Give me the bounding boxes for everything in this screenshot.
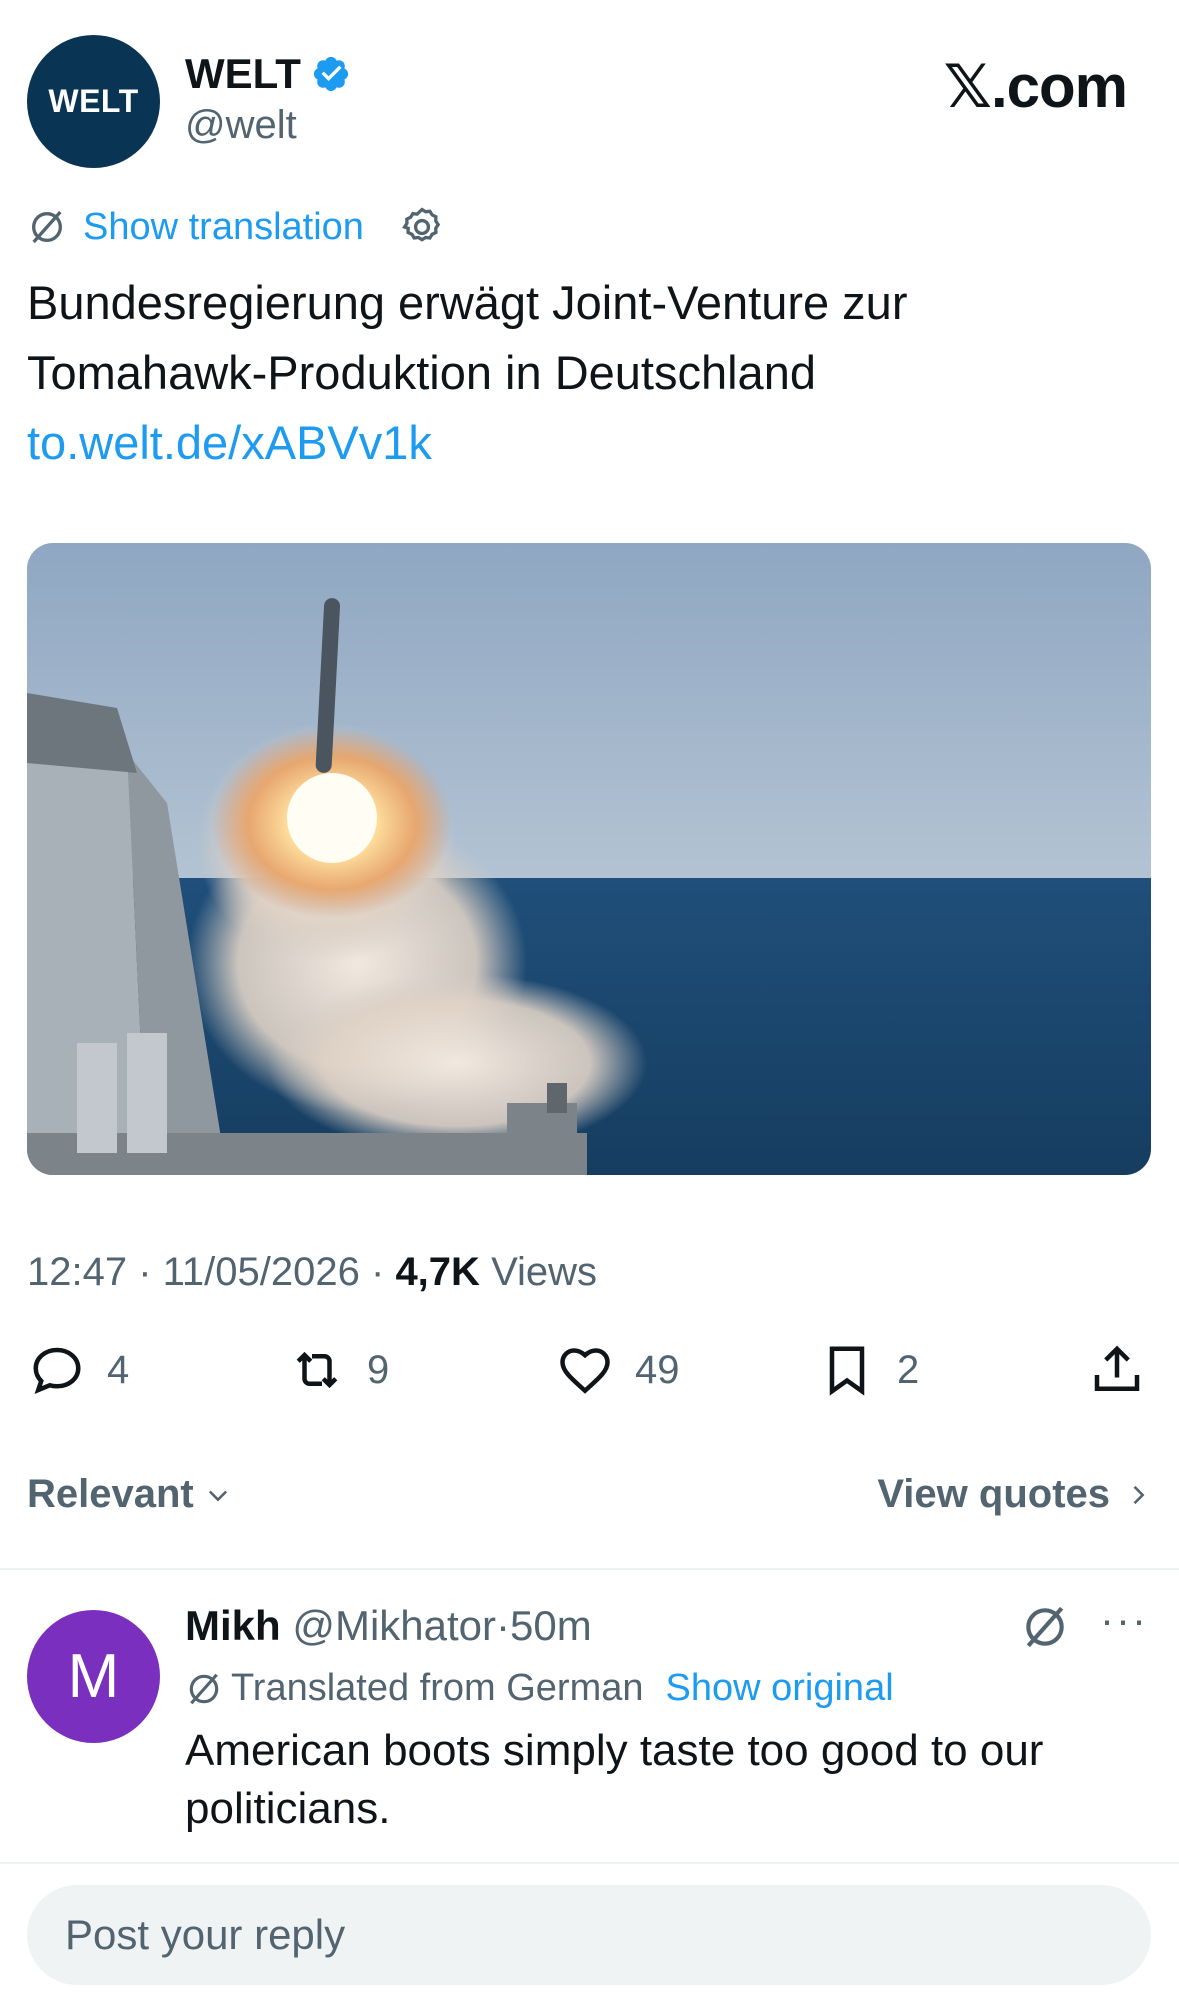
reply-author-handle[interactable]: @Mikhator bbox=[292, 1602, 496, 1649]
translate-off-icon[interactable] bbox=[1020, 1602, 1070, 1652]
reply-button[interactable]: 4 bbox=[27, 1340, 129, 1400]
reply-avatar-letter: M bbox=[67, 1642, 120, 1711]
tweet-actions: 4 9 49 2 bbox=[27, 1340, 1152, 1410]
tweet-text-line2: Tomahawk-Produktion in Deutschland bbox=[27, 346, 816, 399]
meta-separator: · bbox=[127, 1250, 163, 1294]
author-name-row[interactable]: WELT bbox=[185, 50, 351, 98]
chevron-down-icon bbox=[208, 1490, 227, 1501]
show-original-link[interactable]: Show original bbox=[666, 1667, 894, 1710]
repost-icon bbox=[296, 1351, 338, 1389]
reply-count: 4 bbox=[107, 1347, 130, 1392]
repost-button[interactable]: 9 bbox=[287, 1340, 389, 1400]
missile-launch-photo bbox=[27, 543, 1151, 1175]
view-quotes-link[interactable]: View quotes bbox=[877, 1472, 1152, 1517]
reply-author-name[interactable]: Mikh bbox=[185, 1602, 281, 1649]
gear-icon[interactable] bbox=[400, 205, 444, 249]
site-brand: 𝕏.com bbox=[943, 53, 1128, 120]
tweet-meta: 12:47 · 11/05/2026 · 4,7K Views bbox=[27, 1250, 597, 1295]
heart-icon bbox=[560, 1348, 610, 1394]
sort-label: Relevant bbox=[27, 1472, 194, 1516]
bookmark-icon bbox=[829, 1346, 865, 1396]
author-avatar[interactable]: WELT bbox=[27, 35, 160, 168]
share-button[interactable] bbox=[1087, 1340, 1147, 1400]
reply-sort-row: Relevant View quotes bbox=[27, 1472, 1152, 1522]
author-logo-text: WELT bbox=[48, 83, 139, 119]
like-button[interactable]: 49 bbox=[555, 1340, 680, 1400]
divider bbox=[0, 1862, 1179, 1864]
verified-badge-icon bbox=[313, 56, 348, 92]
tweet-text-line1: Bundesregierung erwägt Joint-Venture zur bbox=[27, 276, 908, 329]
sort-dropdown[interactable]: Relevant bbox=[27, 1472, 232, 1517]
more-options-icon[interactable]: ··· bbox=[1100, 1596, 1148, 1644]
reply-composer[interactable]: Post your reply bbox=[27, 1885, 1151, 1985]
composer-placeholder[interactable]: Post your reply bbox=[65, 1911, 345, 1959]
author-handle[interactable]: @welt bbox=[185, 103, 297, 148]
reply-separator: · bbox=[496, 1602, 511, 1649]
show-translation-row[interactable]: Show translation bbox=[27, 205, 444, 249]
reply-icon bbox=[33, 1347, 81, 1394]
translated-label: Translated from German bbox=[231, 1667, 644, 1709]
like-count: 49 bbox=[635, 1347, 680, 1392]
bookmark-count: 2 bbox=[897, 1347, 920, 1392]
views-count: 4,7K bbox=[395, 1250, 480, 1294]
translate-off-icon bbox=[32, 210, 62, 244]
author-name[interactable]: WELT bbox=[185, 50, 301, 98]
repost-count: 9 bbox=[367, 1347, 390, 1392]
reply-text: American boots simply taste too good to … bbox=[185, 1726, 1044, 1833]
reply-avatar[interactable]: M bbox=[27, 1610, 160, 1743]
divider bbox=[0, 1568, 1179, 1570]
bookmark-button[interactable]: 2 bbox=[817, 1340, 919, 1400]
reply-translation-row: Translated from German Show original bbox=[185, 1667, 894, 1710]
reply-time[interactable]: 50m bbox=[510, 1602, 592, 1649]
views-label: Views bbox=[491, 1250, 598, 1294]
chevron-right-icon bbox=[1133, 1485, 1145, 1504]
reply-item[interactable]: M Mikh @Mikhator·50m ··· Translated from… bbox=[0, 1572, 1179, 1862]
show-translation-link[interactable]: Show translation bbox=[83, 206, 364, 249]
tweet-time[interactable]: 12:47 bbox=[27, 1250, 127, 1294]
tweet-date[interactable]: 11/05/2026 bbox=[163, 1250, 360, 1294]
tweet-text: Bundesregierung erwägt Joint-Venture zur… bbox=[27, 268, 1147, 478]
view-quotes-label: View quotes bbox=[877, 1472, 1110, 1516]
tweet-header: WELT WELT @welt 𝕏.com bbox=[0, 0, 1179, 180]
share-icon bbox=[1094, 1345, 1140, 1391]
tweet-media-photo[interactable] bbox=[27, 543, 1151, 1175]
meta-separator: · bbox=[359, 1250, 396, 1294]
tweet-link[interactable]: to.welt.de/xABVv1k bbox=[27, 408, 1147, 478]
translate-off-icon bbox=[189, 1673, 219, 1704]
reply-header: Mikh @Mikhator·50m bbox=[185, 1602, 592, 1650]
